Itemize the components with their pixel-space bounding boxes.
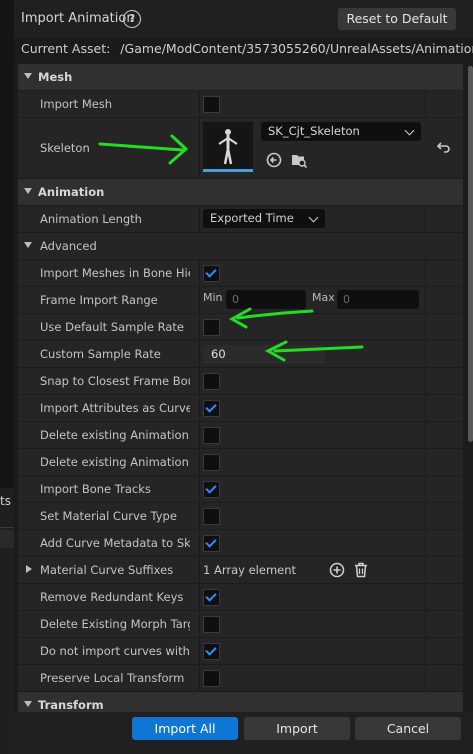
annotation-arrow-skeleton [98,134,189,165]
annotation-arrow-custom-sample-rate [264,340,364,362]
annotation-arrows [98,134,364,362]
dialog-footer: Import All Import Cancel [14,712,473,754]
import-all-button[interactable]: Import All [132,717,238,740]
import-button[interactable]: Import [244,717,350,740]
cancel-button[interactable]: Cancel [355,717,461,740]
annotation-arrow-default-sample-rate [228,307,314,329]
